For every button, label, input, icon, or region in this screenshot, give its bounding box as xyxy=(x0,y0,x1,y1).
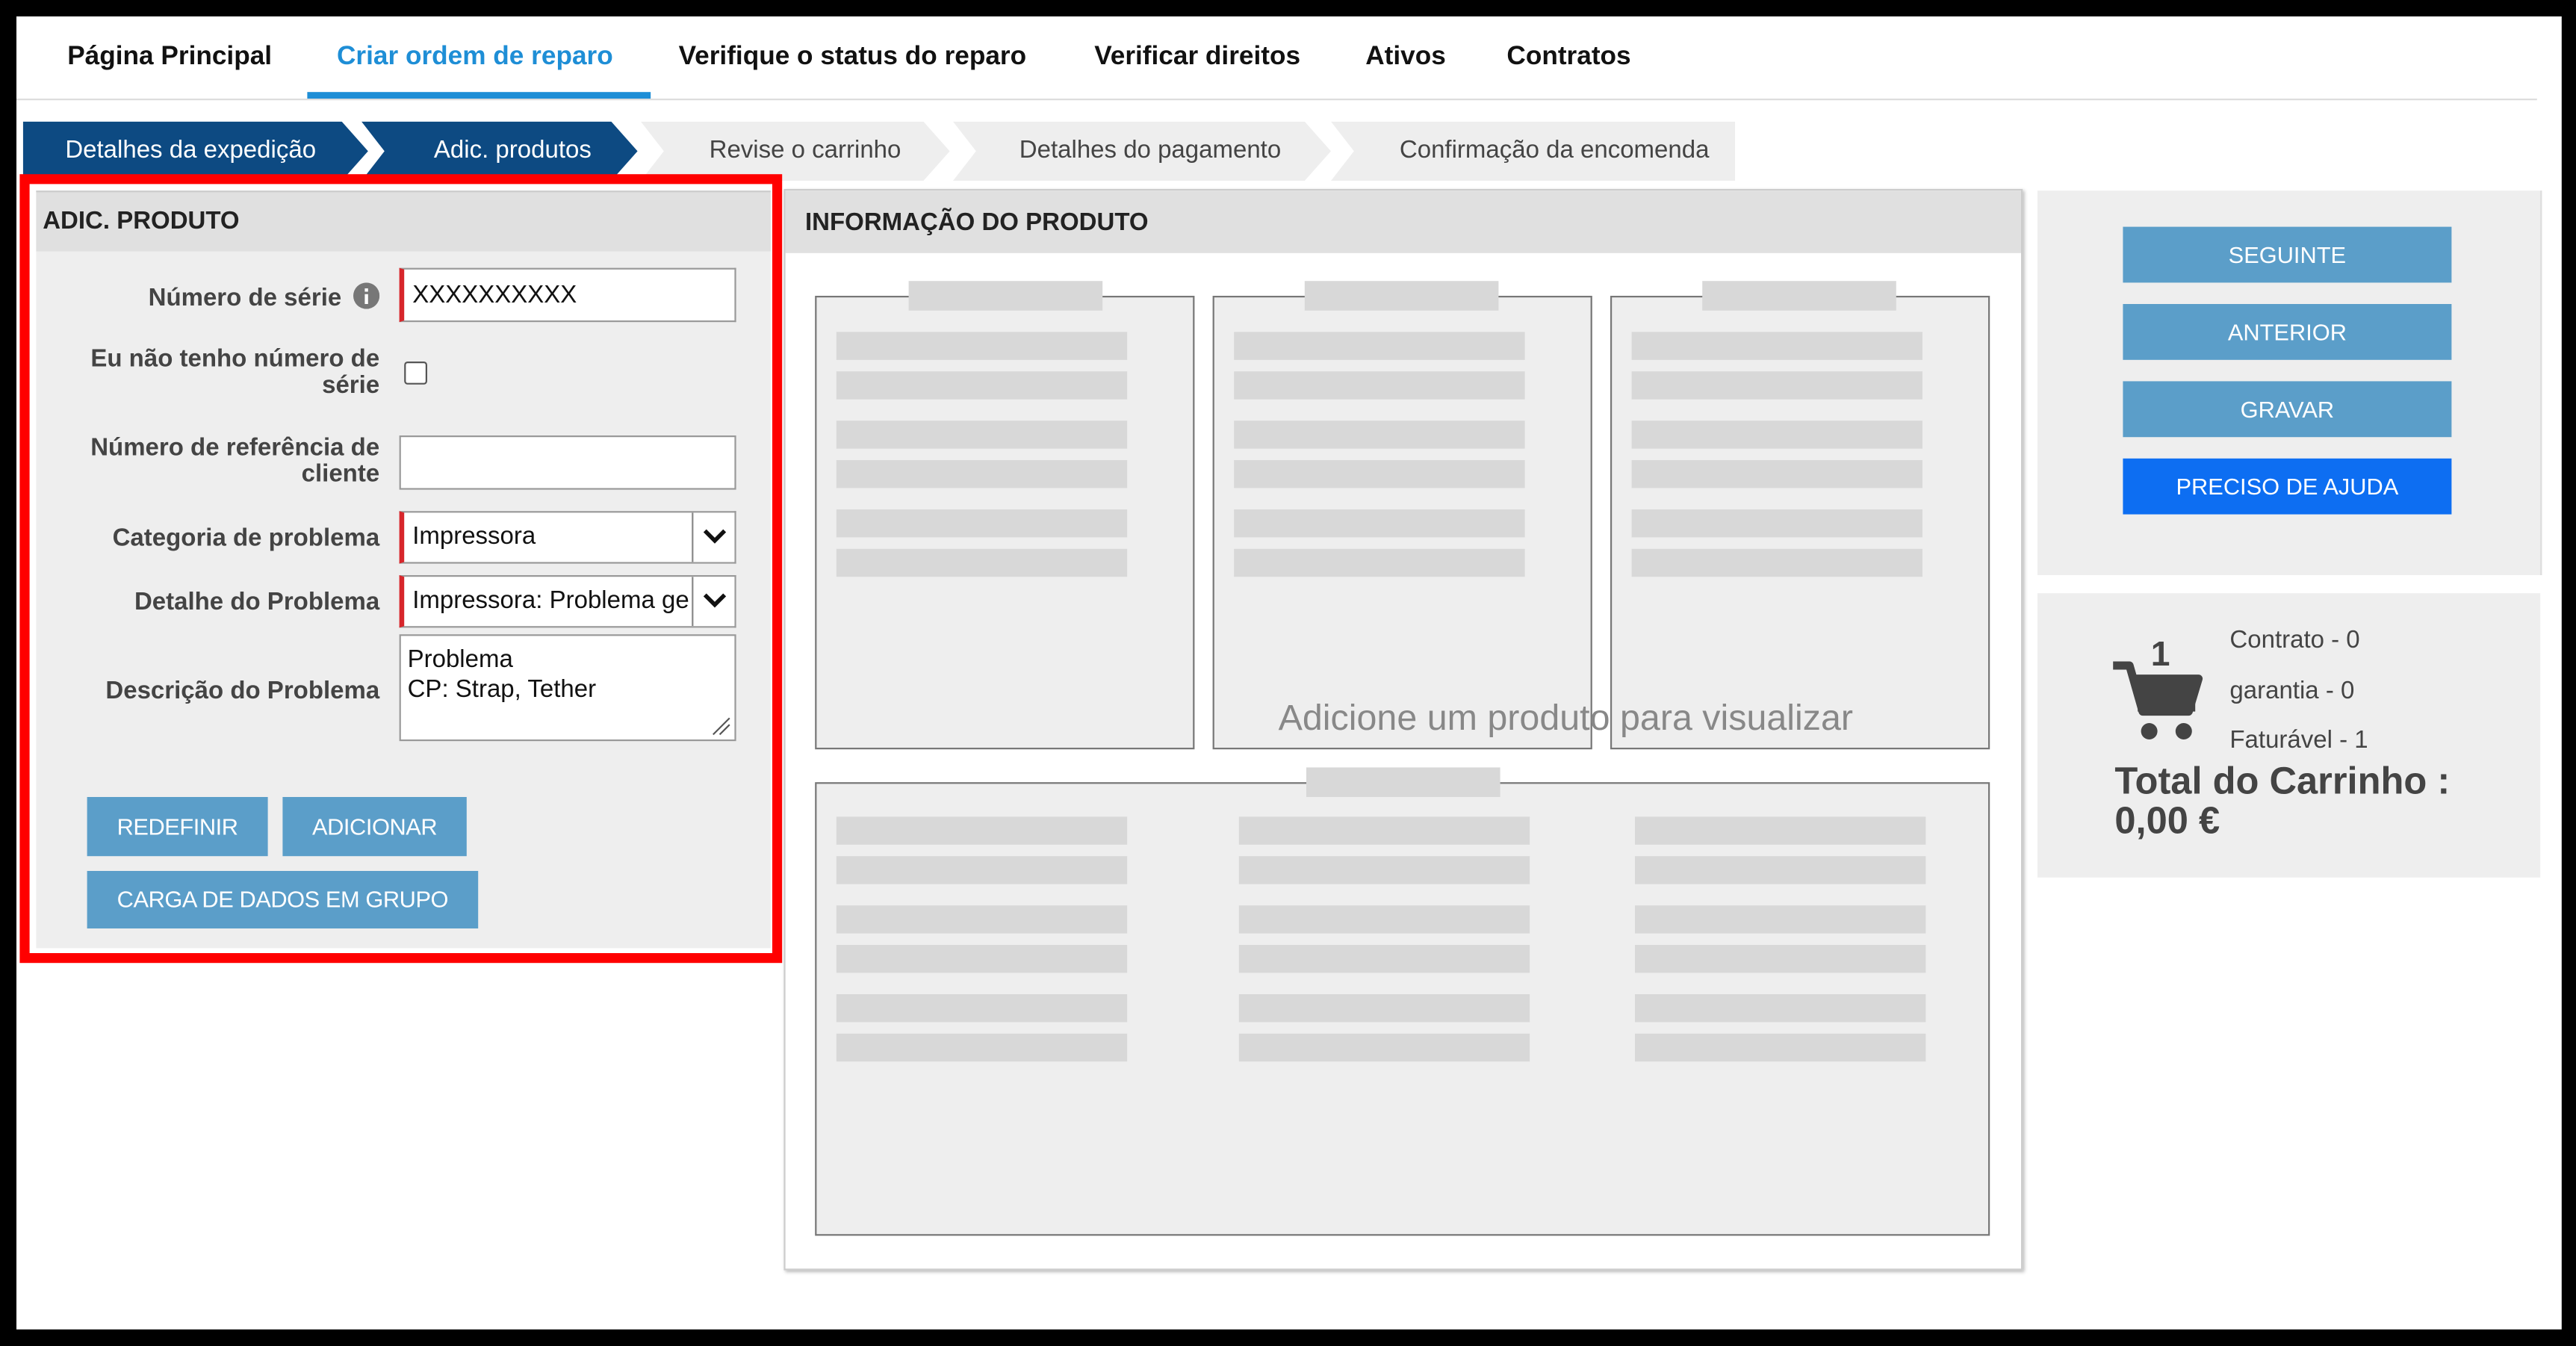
placeholder-line xyxy=(1238,945,1530,973)
step-payment-details[interactable]: Detalhes do pagamento xyxy=(953,121,1338,181)
placeholder-line xyxy=(1238,994,1530,1023)
placeholder-line xyxy=(1635,816,1926,845)
placeholder-line xyxy=(836,371,1128,400)
product-info-title: INFORMAÇÃO DO PRODUTO xyxy=(785,190,2021,253)
nav-assets[interactable]: Ativos xyxy=(1365,43,1446,72)
step-order-confirmation[interactable]: Confirmação da encomenda xyxy=(1331,121,1736,181)
placeholder-line xyxy=(1238,856,1530,884)
placeholder-line xyxy=(1635,905,1926,934)
highlight-frame xyxy=(19,174,783,964)
placeholder-line xyxy=(836,816,1128,845)
placeholder-line xyxy=(836,994,1128,1023)
placeholder-line xyxy=(1631,371,1922,400)
placeholder-line xyxy=(1631,509,1922,538)
step-review-cart[interactable]: Revise o carrinho xyxy=(641,121,956,181)
placeholder-line xyxy=(836,460,1128,489)
top-navigation: Página Principal Criar ordem de reparo V… xyxy=(16,28,2537,101)
cart-summary: 1 Contrato - 0 garantia - 0 Faturável - … xyxy=(2037,593,2541,878)
placeholder-line xyxy=(836,1033,1128,1062)
placeholder-line xyxy=(1238,905,1530,934)
placeholder-line xyxy=(1635,856,1926,884)
page: Página Principal Criar ordem de reparo V… xyxy=(16,16,2562,1330)
placeholder-card-tab xyxy=(908,281,1103,311)
cart-billable-line: Faturável - 1 xyxy=(2229,726,2368,754)
nav-home[interactable]: Página Principal xyxy=(67,43,272,72)
help-button[interactable]: PRECISO DE AJUDA xyxy=(2123,458,2452,515)
cart-count: 1 xyxy=(2150,636,2170,674)
placeholder-line xyxy=(1238,816,1530,845)
placeholder-line xyxy=(1234,332,1525,360)
cart-total: Total do Carrinho : 0,00 € xyxy=(2114,761,2450,840)
step-label: Detalhes da expedição xyxy=(65,136,317,164)
nav-check-entitlements[interactable]: Verificar direitos xyxy=(1094,43,1300,72)
save-button[interactable]: GRAVAR xyxy=(2123,381,2452,438)
placeholder-line xyxy=(836,509,1128,538)
step-label: Adic. produtos xyxy=(433,136,592,164)
placeholder-line xyxy=(836,905,1128,934)
product-placeholder-text: Adicione um produto para visualizar xyxy=(1278,696,1854,738)
step-shipping-details[interactable]: Detalhes da expedição xyxy=(22,121,391,181)
placeholder-card-tab xyxy=(1304,281,1499,311)
step-label: Detalhes do pagamento xyxy=(1019,136,1282,164)
placeholder-line xyxy=(836,945,1128,973)
placeholder-line xyxy=(1238,1033,1530,1062)
next-button[interactable]: SEGUINTE xyxy=(2123,226,2452,283)
placeholder-line xyxy=(1635,1033,1926,1062)
cart-contract-line: Contrato - 0 xyxy=(2229,626,2360,654)
placeholder-line xyxy=(1234,460,1525,489)
cart-warranty-line: garantia - 0 xyxy=(2229,677,2355,705)
previous-button[interactable]: ANTERIOR xyxy=(2123,304,2452,360)
placeholder-line xyxy=(836,332,1128,360)
placeholder-card-tab xyxy=(1702,281,1896,311)
nav-contracts[interactable]: Contratos xyxy=(1506,43,1630,72)
placeholder-line xyxy=(1631,332,1922,360)
placeholder-line xyxy=(1635,945,1926,973)
placeholder-card-tab xyxy=(1306,767,1500,797)
step-label: Confirmação da encomenda xyxy=(1399,136,1710,164)
cart-total-value: 0,00 € xyxy=(2114,798,2220,842)
step-add-products[interactable]: Adic. produtos xyxy=(361,121,657,181)
actions-panel: SEGUINTE ANTERIOR GRAVAR PRECISO DE AJUD… xyxy=(2037,190,2542,575)
placeholder-line xyxy=(1234,509,1525,538)
placeholder-line xyxy=(1635,994,1926,1023)
placeholder-line xyxy=(836,548,1128,577)
placeholder-line xyxy=(836,421,1128,449)
placeholder-line xyxy=(836,856,1128,884)
nav-active-underline xyxy=(307,92,651,99)
placeholder-line xyxy=(1234,548,1525,577)
placeholder-line xyxy=(1631,460,1922,489)
nav-create-repair-order[interactable]: Criar ordem de reparo xyxy=(337,43,613,72)
placeholder-line xyxy=(1631,421,1922,449)
placeholder-line xyxy=(1234,421,1525,449)
placeholder-line xyxy=(1631,548,1922,577)
placeholder-line xyxy=(1234,371,1525,400)
nav-check-repair-status[interactable]: Verifique o status do reparo xyxy=(679,43,1027,72)
step-label: Revise o carrinho xyxy=(709,136,901,164)
cart-total-label: Total do Carrinho : xyxy=(2114,759,2451,802)
screenshot-canvas: Página Principal Criar ordem de reparo V… xyxy=(0,0,2576,1346)
